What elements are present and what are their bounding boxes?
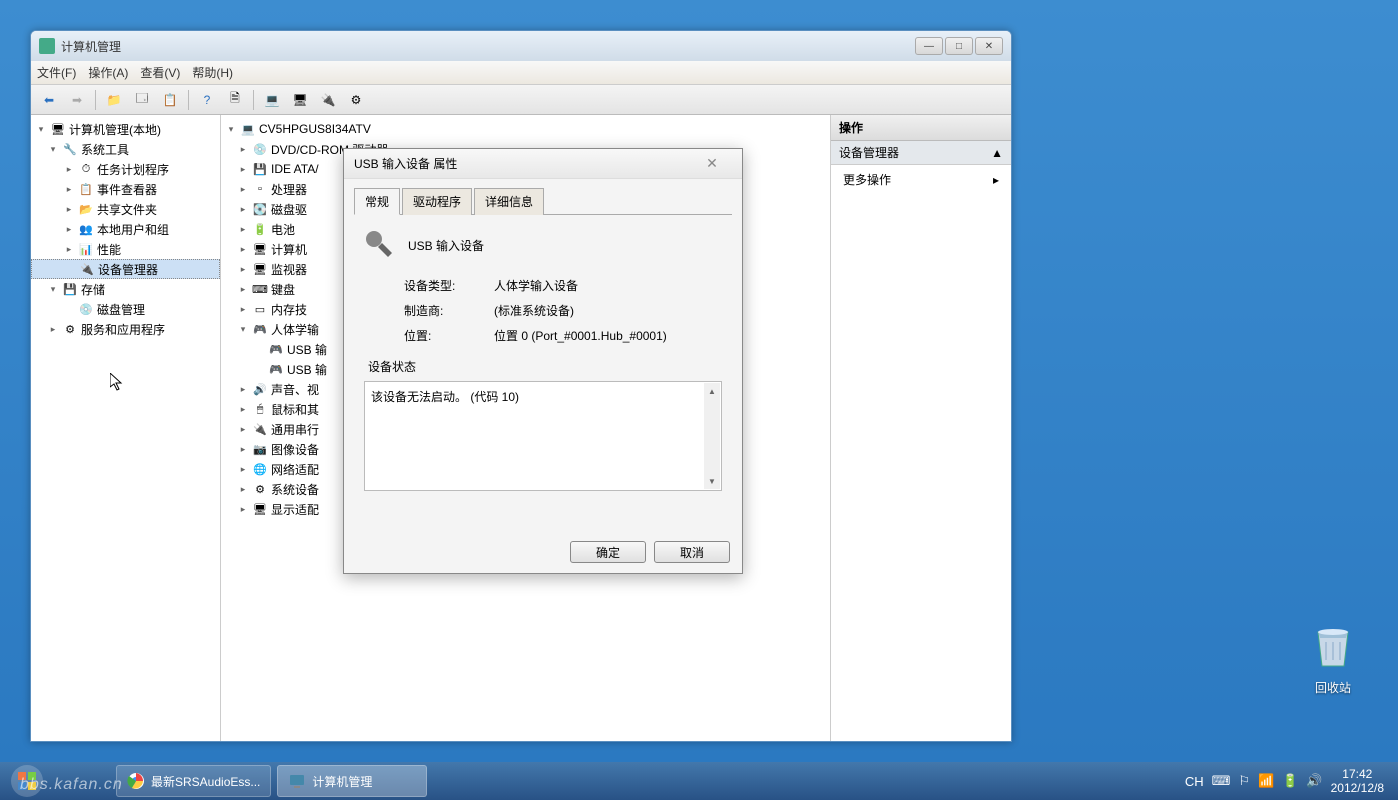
recycle-bin[interactable]: 回收站 xyxy=(1298,620,1368,696)
tree-system-tools[interactable]: ▾🔧系统工具 xyxy=(31,139,220,159)
actions-sub: 设备管理器▲ xyxy=(831,141,1011,165)
manufacturer-value: (标准系统设备) xyxy=(494,302,574,319)
tree-device-manager[interactable]: 🔌设备管理器 xyxy=(31,259,220,279)
tree-performance[interactable]: ▸📊性能 xyxy=(31,239,220,259)
recycle-bin-icon xyxy=(1308,620,1358,670)
help-button[interactable]: ? xyxy=(195,88,219,112)
tree-event-viewer[interactable]: ▸📋事件查看器 xyxy=(31,179,220,199)
dialog-title-text: USB 输入设备 属性 xyxy=(354,155,692,172)
tree-services[interactable]: ▸⚙服务和应用程序 xyxy=(31,319,220,339)
language-indicator[interactable]: CH xyxy=(1185,774,1204,789)
collapse-icon[interactable]: ▲ xyxy=(991,146,1003,160)
taskbar-item-compmgmt[interactable]: 计算机管理 xyxy=(277,765,427,797)
taskbar: 最新SRSAudioEss... 计算机管理 CH ⌨ ⚐ 📶 🔋 🔊 17:4… xyxy=(0,762,1398,800)
scan-icon[interactable]: 🖥 xyxy=(288,88,312,112)
action-center-icon[interactable]: ⚐ xyxy=(1238,773,1250,789)
up-button[interactable]: 📁 xyxy=(102,88,126,112)
tab-general[interactable]: 常规 xyxy=(354,188,400,215)
wifi-icon[interactable]: 📶 xyxy=(1258,773,1274,789)
device-computer[interactable]: ▾💻CV5HPGUS8I34ATV xyxy=(221,119,830,139)
tool-icon[interactable]: 🗎 xyxy=(223,88,247,112)
chrome-icon xyxy=(127,772,145,790)
tree-storage[interactable]: ▾💾存储 xyxy=(31,279,220,299)
toolbar: ⬅ ➡ 📁 🗔 📋 ? 🗎 💻 🖥 🔌 ⚙ xyxy=(31,85,1011,115)
tab-details[interactable]: 详细信息 xyxy=(474,188,544,215)
status-scrollbar[interactable]: ▲ ▼ xyxy=(704,383,720,489)
window-title: 计算机管理 xyxy=(61,38,915,55)
tree-task-scheduler[interactable]: ▸⏱任务计划程序 xyxy=(31,159,220,179)
location-label: 位置: xyxy=(404,327,494,344)
compmgmt-icon xyxy=(288,772,306,790)
expand-icon: ▸ xyxy=(993,173,999,187)
type-label: 设备类型: xyxy=(404,277,494,294)
close-button[interactable]: ✕ xyxy=(975,37,1003,55)
actions-pane: 操作 设备管理器▲ 更多操作▸ xyxy=(831,115,1011,741)
minimize-button[interactable]: — xyxy=(915,37,943,55)
tree-shared-folders[interactable]: ▸📂共享文件夹 xyxy=(31,199,220,219)
scroll-down-icon[interactable]: ▼ xyxy=(704,473,720,489)
location-value: 位置 0 (Port_#0001.Hub_#0001) xyxy=(494,327,667,344)
system-tray: CH ⌨ ⚐ 📶 🔋 🔊 17:42 2012/12/8 xyxy=(1185,767,1394,795)
back-button[interactable]: ⬅ xyxy=(37,88,61,112)
app-icon xyxy=(39,38,55,54)
left-tree: ▾🖥计算机管理(本地) ▾🔧系统工具 ▸⏱任务计划程序 ▸📋事件查看器 ▸📂共享… xyxy=(31,115,221,741)
more-actions[interactable]: 更多操作▸ xyxy=(831,165,1011,194)
actions-header: 操作 xyxy=(831,115,1011,141)
tab-driver[interactable]: 驱动程序 xyxy=(402,188,472,215)
manufacturer-label: 制造商: xyxy=(404,302,494,319)
show-hide-button[interactable]: 🗔 xyxy=(130,88,154,112)
status-text: 该设备无法启动。 (代码 10) xyxy=(371,390,519,404)
maximize-button[interactable]: □ xyxy=(945,37,973,55)
forward-button[interactable]: ➡ xyxy=(65,88,89,112)
menu-view[interactable]: 查看(V) xyxy=(140,64,180,81)
taskbar-item-chrome[interactable]: 最新SRSAudioEss... xyxy=(116,765,271,797)
device-icon xyxy=(364,229,396,261)
menubar: 文件(F) 操作(A) 查看(V) 帮助(H) xyxy=(31,61,1011,85)
dialog-tabs: 常规 驱动程序 详细信息 xyxy=(354,187,732,215)
properties-button[interactable]: 📋 xyxy=(158,88,182,112)
status-textbox[interactable]: 该设备无法启动。 (代码 10) ▲ ▼ xyxy=(364,381,722,491)
update-icon[interactable]: ⚙ xyxy=(344,88,368,112)
volume-icon[interactable]: 🔊 xyxy=(1306,773,1322,789)
ok-button[interactable]: 确定 xyxy=(570,541,646,563)
properties-dialog: USB 输入设备 属性 ✕ 常规 驱动程序 详细信息 USB 输入设备 设备类型… xyxy=(343,148,743,574)
recycle-bin-label: 回收站 xyxy=(1298,679,1368,696)
tree-local-users[interactable]: ▸👥本地用户和组 xyxy=(31,219,220,239)
start-button[interactable] xyxy=(4,764,50,798)
dialog-close-button[interactable]: ✕ xyxy=(692,155,732,173)
device-icon[interactable]: 💻 xyxy=(260,88,284,112)
menu-help[interactable]: 帮助(H) xyxy=(192,64,233,81)
scroll-up-icon[interactable]: ▲ xyxy=(704,383,720,399)
cancel-button[interactable]: 取消 xyxy=(654,541,730,563)
menu-action[interactable]: 操作(A) xyxy=(88,64,128,81)
keyboard-icon[interactable]: ⌨ xyxy=(1212,773,1231,789)
titlebar[interactable]: 计算机管理 — □ ✕ xyxy=(31,31,1011,61)
menu-file[interactable]: 文件(F) xyxy=(37,64,76,81)
tree-disk-mgmt[interactable]: 💿磁盘管理 xyxy=(31,299,220,319)
windows-logo-icon xyxy=(10,764,44,798)
device-name: USB 输入设备 xyxy=(408,237,484,254)
tree-root[interactable]: ▾🖥计算机管理(本地) xyxy=(31,119,220,139)
status-label: 设备状态 xyxy=(368,358,722,375)
type-value: 人体学输入设备 xyxy=(494,277,578,294)
battery-icon[interactable]: 🔋 xyxy=(1282,773,1298,789)
dialog-titlebar[interactable]: USB 输入设备 属性 ✕ xyxy=(344,149,742,179)
taskbar-clock[interactable]: 17:42 2012/12/8 xyxy=(1331,767,1384,795)
uninstall-icon[interactable]: 🔌 xyxy=(316,88,340,112)
